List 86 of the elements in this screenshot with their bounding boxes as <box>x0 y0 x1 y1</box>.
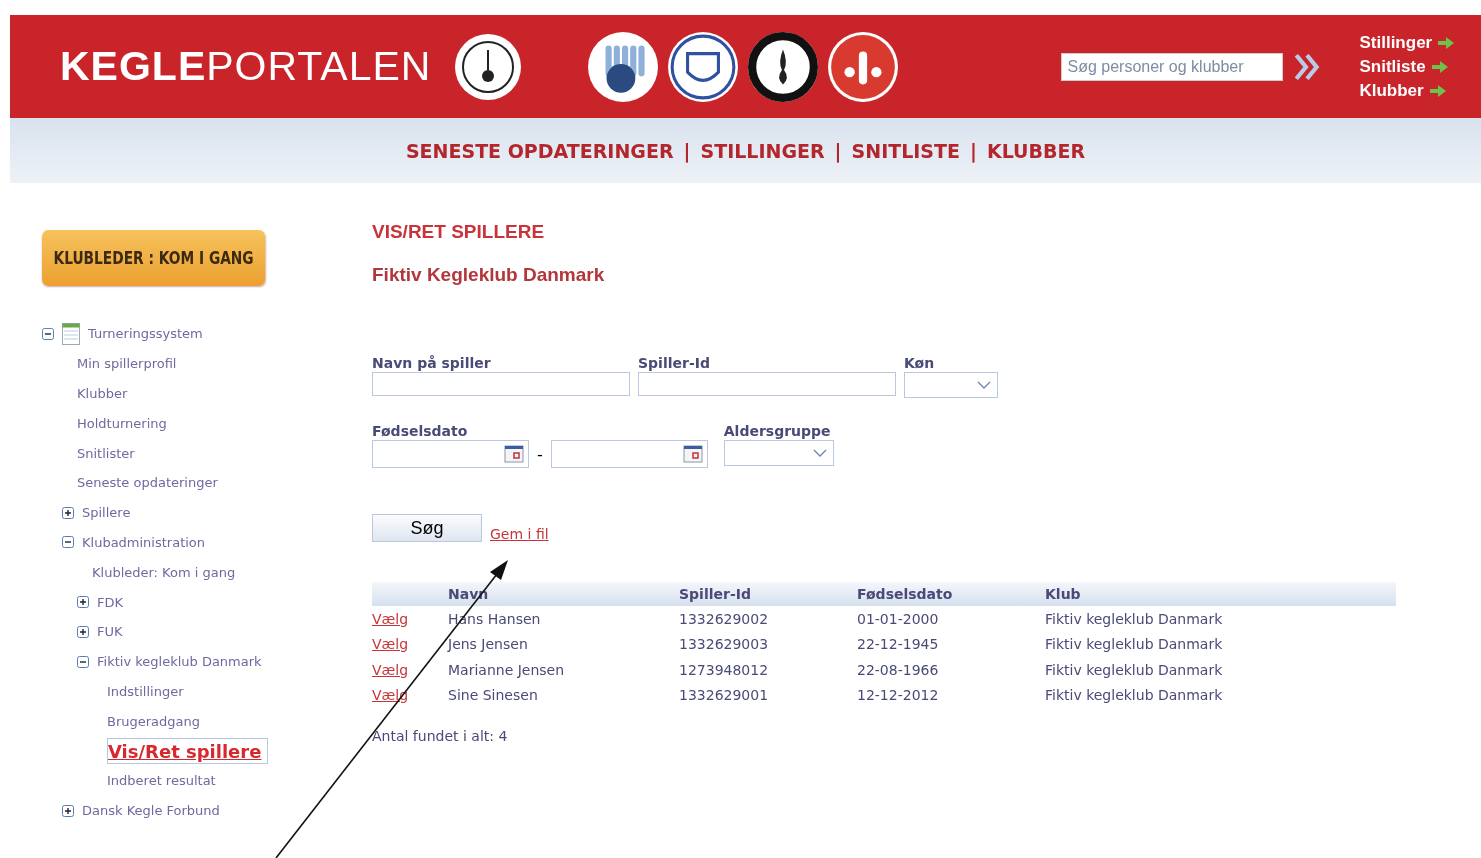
tree-item[interactable]: FUK <box>97 624 123 640</box>
table-icon <box>62 322 80 345</box>
tree-item[interactable]: Brugeradgang <box>107 713 201 729</box>
field-label: Aldersgruppe <box>723 423 832 439</box>
pin-emblem-icon <box>747 30 820 103</box>
table-cell-text: Marianne Jensen <box>448 661 566 678</box>
pins-emblem-icon <box>827 30 900 103</box>
tree-item[interactable]: Dansk Kegle Forbund <box>82 803 220 819</box>
tree-item[interactable]: Vis/Ret spillere <box>107 738 269 765</box>
input-field[interactable] <box>638 372 896 396</box>
tree-item[interactable]: Fiktiv kegleklub Danmark <box>97 654 262 670</box>
table-cell-text: 01-01-2000 <box>857 610 940 627</box>
table-cell-text: 1273948012 <box>679 661 770 678</box>
search-field[interactable]: Søg personer og klubber <box>1061 52 1284 81</box>
get-started-button[interactable]: KLUBLEDER : KOM I GANG <box>42 230 266 286</box>
table-cell-text: 22-12-1945 <box>857 636 940 653</box>
field-label: Spiller-Id <box>638 355 711 371</box>
collapse-icon[interactable] <box>42 327 54 340</box>
nav-link[interactable]: SENESTE OPDATERINGER <box>405 139 674 162</box>
quick-link[interactable]: Snitliste <box>1359 56 1455 77</box>
table-cell-text: 1332629003 <box>679 636 770 653</box>
quick-link[interactable]: Klubber <box>1359 80 1455 101</box>
date-field[interactable] <box>372 440 529 468</box>
table-cell-text: 1332629002 <box>679 610 770 627</box>
result-count: Antal fundet i alt: 4 <box>372 728 509 744</box>
field-label: Fødselsdato <box>372 423 469 439</box>
club-name: Fiktiv Kegleklub Danmark <box>372 264 606 286</box>
tree-item[interactable]: Snitlister <box>77 445 135 461</box>
tree-item[interactable]: FDK <box>97 594 123 610</box>
table-cell-text: 22-08-1966 <box>857 661 940 678</box>
separator: | <box>683 139 691 162</box>
arrow-right-icon <box>1431 60 1448 73</box>
nav-link[interactable]: KLUBBER <box>986 139 1086 162</box>
input-field[interactable] <box>372 372 630 396</box>
tree-item[interactable]: Min spillerprofil <box>77 356 177 372</box>
field-label: Navn på spiller <box>372 355 492 371</box>
expand-icon[interactable] <box>62 804 74 817</box>
column-header: Klub <box>1045 586 1082 602</box>
table-cell-text: Jens Jensen <box>448 636 529 653</box>
range-separator: - <box>537 444 543 464</box>
tree-item[interactable]: Klubadministration <box>82 534 206 550</box>
site-logo[interactable]: KEGLEPORTALEN <box>60 43 432 90</box>
arrow-right-icon <box>1438 36 1455 49</box>
emblem-icon <box>453 31 524 102</box>
separator: | <box>834 139 842 162</box>
date-field[interactable] <box>550 440 708 468</box>
chevron-down-icon <box>977 381 991 389</box>
table-cell-text: Fiktiv kegleklub Danmark <box>1045 636 1224 653</box>
separator: | <box>969 139 977 162</box>
tree-item[interactable]: Indberet resultat <box>107 773 216 789</box>
page-title: VIS/RET SPILLERE <box>372 221 546 243</box>
tree-item[interactable]: Klubber <box>77 386 128 401</box>
column-header: Fødselsdato <box>857 586 954 602</box>
expand-icon[interactable] <box>62 506 74 519</box>
select-link[interactable]: Vælg <box>372 610 409 627</box>
calendar-icon[interactable] <box>682 444 703 464</box>
select-link[interactable]: Vælg <box>372 636 409 653</box>
quick-link[interactable]: Stillinger <box>1359 32 1455 53</box>
table-cell-text: Fiktiv kegleklub Danmark <box>1045 687 1224 704</box>
tree-item[interactable]: Turneringssystem <box>88 326 203 342</box>
table-cell-text: 12-12-2012 <box>857 687 940 704</box>
tree-item[interactable]: Spillere <box>82 505 131 521</box>
expand-icon[interactable] <box>77 596 89 609</box>
table-cell-text: Sine Sinesen <box>448 687 539 704</box>
nav-link[interactable]: STILLINGER <box>700 139 825 162</box>
collapse-icon[interactable] <box>77 655 89 668</box>
collapse-icon[interactable] <box>62 536 74 549</box>
column-header: Spiller-Id <box>679 586 752 602</box>
calendar-icon[interactable] <box>504 444 524 464</box>
tree-item[interactable]: Indstillinger <box>107 683 184 699</box>
chevron-down-icon <box>812 449 827 457</box>
table-cell-text: Fiktiv kegleklub Danmark <box>1045 610 1224 627</box>
tree-item[interactable]: Seneste opdateringer <box>77 475 218 491</box>
shield-emblem-icon <box>667 30 740 103</box>
nav-link[interactable]: SNITLISTE <box>851 139 960 162</box>
tree-item[interactable]: Klubleder: Kom i gang <box>92 564 236 580</box>
save-file-link[interactable]: Gem i fil <box>490 526 549 542</box>
tree-item[interactable]: Holdturnering <box>77 415 167 431</box>
search-button[interactable]: Søg <box>372 514 482 542</box>
table-cell-text: 1332629001 <box>679 687 770 704</box>
select-link[interactable]: Vælg <box>372 661 409 678</box>
pins-ball-icon <box>587 30 660 103</box>
expand-icon[interactable] <box>77 625 89 638</box>
arrow-right-icon <box>1429 84 1446 97</box>
field-label: Køn <box>904 355 936 371</box>
table-cell-text: Fiktiv kegleklub Danmark <box>1045 661 1224 678</box>
